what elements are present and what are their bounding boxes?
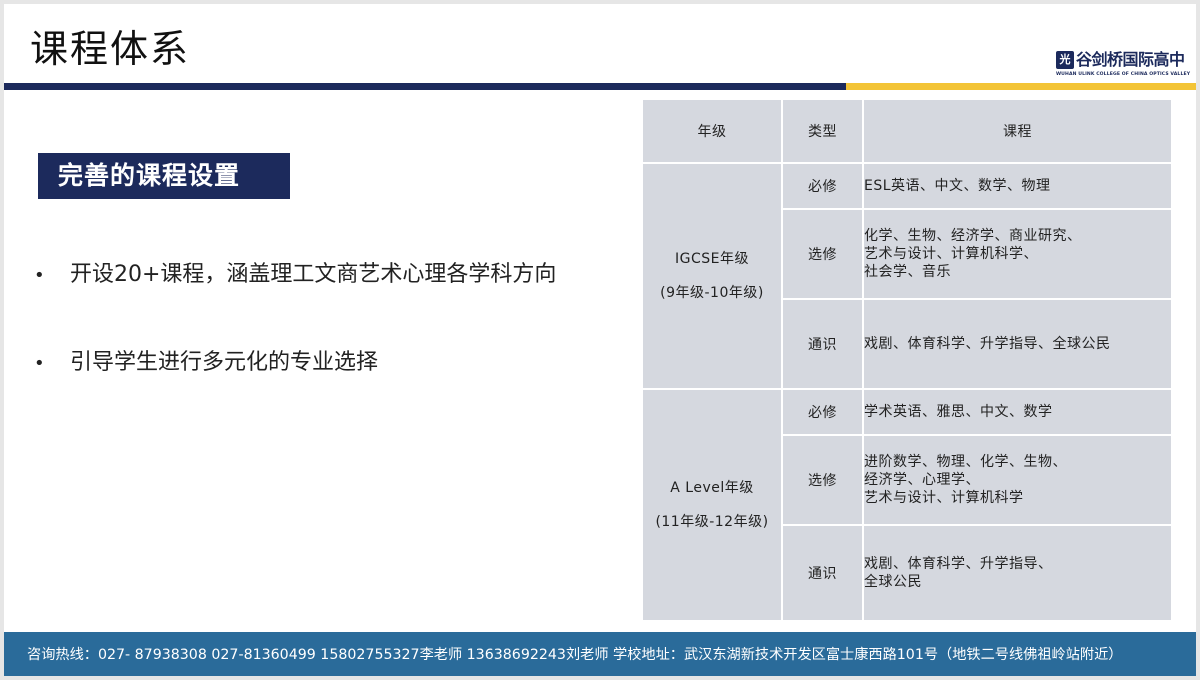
grade-name: IGCSE年级	[675, 251, 749, 267]
bullet-icon: •	[34, 353, 45, 374]
course-line: ESL英语、中文、数学、物理	[864, 178, 1051, 194]
course-cell: 戏剧、体育科学、升学指导、全球公民	[862, 298, 1173, 390]
bullet-text: 引导学生进行多元化的专业选择	[70, 350, 379, 375]
contact-footer: 咨询热线：027- 87938308 027-81360499 15802755…	[4, 632, 1196, 676]
school-logo: 光 谷剑桥国际高中 WUHAN ULINK COLLEGE OF CHINA O…	[1056, 50, 1190, 84]
type-cell: 选修	[781, 434, 864, 526]
course-cell: 戏剧、体育科学、升学指导、 全球公民	[862, 524, 1173, 622]
type-cell: 必修	[781, 162, 864, 210]
grade-name: A Level年级	[670, 480, 754, 496]
course-cell: 进阶数学、物理、化学、生物、 经济学、心理学、 艺术与设计、计算机科学	[862, 434, 1173, 526]
page-title: 课程体系	[30, 27, 191, 71]
logo-mark: 光	[1056, 51, 1074, 69]
course-line: 戏剧、体育科学、升学指导、全球公民	[864, 336, 1111, 352]
header-type: 类型	[781, 98, 864, 164]
course-cell: ESL英语、中文、数学、物理	[862, 162, 1173, 210]
logo-name-cn: 谷剑桥国际高中	[1076, 50, 1185, 69]
type-cell: 必修	[781, 388, 864, 436]
course-line: 经济学、心理学、	[864, 472, 980, 488]
course-line: 学术英语、雅思、中文、数学	[864, 404, 1053, 420]
course-line: 戏剧、体育科学、升学指导、	[864, 556, 1053, 572]
title-rule-gold	[846, 83, 1196, 90]
grade-range: (11年级-12年级)	[655, 514, 769, 530]
section-label: 完善的课程设置	[38, 153, 290, 199]
type-cell: 通识	[781, 524, 864, 622]
curriculum-table: 年级 类型 课程 IGCSE年级 (9年级-10年级) 必修 ESL英语、中文、…	[641, 98, 1173, 622]
header-grade: 年级	[641, 98, 783, 164]
grade-cell-igcse: IGCSE年级 (9年级-10年级)	[641, 162, 783, 390]
bullet-text: 开设20+课程，涵盖理工文商艺术心理各学科方向	[70, 262, 557, 287]
bullet-item: • 引导学生进行多元化的专业选择	[34, 348, 378, 379]
course-cell: 化学、生物、经济学、商业研究、 艺术与设计、计算机科学、 社会学、音乐	[862, 208, 1173, 300]
course-line: 艺术与设计、计算机科学	[864, 490, 1024, 506]
grade-cell-alevel: A Level年级 (11年级-12年级)	[641, 388, 783, 622]
course-line: 化学、生物、经济学、商业研究、	[864, 228, 1082, 244]
logo-name-en: WUHAN ULINK COLLEGE OF CHINA OPTICS VALL…	[1056, 72, 1191, 77]
type-cell: 选修	[781, 208, 864, 300]
title-rule-navy	[4, 83, 846, 90]
grade-range: (9年级-10年级)	[660, 285, 764, 301]
course-line: 艺术与设计、计算机科学、	[864, 246, 1038, 262]
bullet-item: • 开设20+课程，涵盖理工文商艺术心理各学科方向	[34, 260, 556, 291]
course-line: 进阶数学、物理、化学、生物、	[864, 454, 1067, 470]
table-row: A Level年级 (11年级-12年级) 必修 学术英语、雅思、中文、数学	[641, 388, 1173, 622]
table-header-row: 年级 类型 课程	[641, 98, 1173, 164]
header-course: 课程	[862, 98, 1173, 164]
table-row: IGCSE年级 (9年级-10年级) 必修 ESL英语、中文、数学、物理	[641, 162, 1173, 390]
bullet-icon: •	[34, 265, 45, 286]
course-line: 全球公民	[864, 574, 922, 590]
slide: 课程体系 光 谷剑桥国际高中 WUHAN ULINK COLLEGE OF CH…	[4, 4, 1196, 676]
course-cell: 学术英语、雅思、中文、数学	[862, 388, 1173, 436]
type-cell: 通识	[781, 298, 864, 390]
course-line: 社会学、音乐	[864, 264, 951, 280]
